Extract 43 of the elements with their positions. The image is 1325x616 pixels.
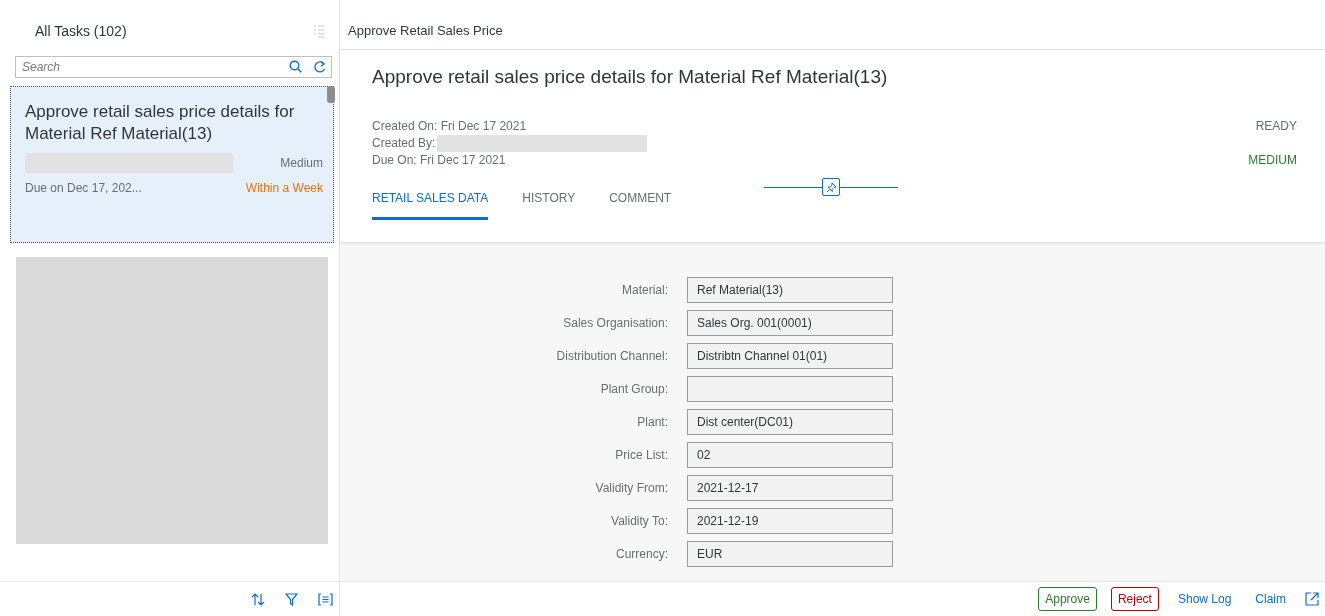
- task-title: Approve retail sales price details for Material Ref Material(13): [25, 101, 296, 145]
- read-only-field: 2021-12-17: [687, 475, 893, 501]
- tab[interactable]: RETAIL SALES DATA: [372, 191, 489, 220]
- read-only-field: 02: [687, 442, 893, 468]
- tab[interactable]: COMMENT: [609, 191, 672, 220]
- field-label: Material:: [621, 283, 668, 297]
- list-title: All Tasks (102): [35, 23, 127, 39]
- read-only-field: Distribtn Channel 01(01): [687, 343, 893, 369]
- field-label: Validity From:: [594, 481, 668, 495]
- meta-text: Created On: Fri Dec 17 2021: [372, 118, 527, 135]
- meta-text: Due On: Fri Dec 17 2021: [372, 152, 506, 169]
- sort-icon[interactable]: [251, 592, 265, 606]
- read-only-field: 2021-12-19: [687, 508, 893, 534]
- field-label: Distribution Channel:: [555, 349, 668, 363]
- field-label: Plant:: [636, 415, 668, 429]
- priority-text: MEDIUM: [1248, 152, 1297, 169]
- approve-button[interactable]: Approve: [1038, 587, 1097, 611]
- read-only-field: EUR: [687, 541, 893, 567]
- meta-text: Created By:: [372, 135, 436, 152]
- field-label: Validity To:: [610, 514, 668, 528]
- search-field[interactable]: Search: [15, 56, 332, 78]
- read-only-field: Sales Org. 001(0001): [687, 310, 893, 336]
- pin-icon[interactable]: [822, 178, 840, 196]
- task-item[interactable]: Approve retail sales price details for Material Ref Material(13) Medium Due on Dec 17, 202... Within a Week: [10, 86, 334, 243]
- field-label: Sales Organisation:: [562, 316, 668, 330]
- group-icon[interactable]: [318, 592, 333, 606]
- field-label: Plant Group:: [599, 382, 668, 396]
- read-only-field: Dist center(DC01): [687, 409, 893, 435]
- task-priority: Medium: [280, 156, 323, 170]
- field-label: Currency:: [615, 547, 668, 561]
- search-icon[interactable]: [289, 60, 302, 73]
- refresh-icon[interactable]: [314, 60, 326, 74]
- filter-icon[interactable]: [285, 592, 298, 606]
- due-status: Within a Week: [245, 181, 323, 195]
- status-text: READY: [1254, 118, 1297, 135]
- field-label: Price List:: [614, 448, 668, 462]
- scrollbar-thumb[interactable]: [327, 86, 335, 103]
- read-only-field: Ref Material(13): [687, 277, 893, 303]
- task-heading: Approve retail sales price details for Material Ref Material(13): [372, 66, 889, 88]
- tab[interactable]: HISTORY: [522, 191, 576, 220]
- reject-button[interactable]: Reject: [1110, 587, 1159, 611]
- task-due-date: Due on Dec 17, 202...: [25, 181, 142, 195]
- share-icon[interactable]: [1305, 592, 1319, 606]
